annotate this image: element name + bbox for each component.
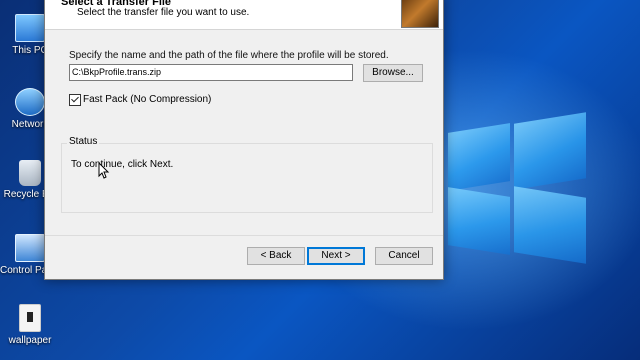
file-icon: [19, 304, 41, 332]
windows-logo: [448, 112, 638, 264]
status-legend: Status: [67, 136, 100, 147]
recycle-bin-icon: [19, 160, 41, 186]
next-button[interactable]: Next >: [307, 247, 365, 265]
back-button[interactable]: < Back: [247, 247, 305, 265]
wizard-header-subtitle: Select the transfer file you want to use…: [77, 7, 250, 18]
desktop-icon-wallpaper[interactable]: wallpaper: [0, 304, 60, 346]
file-path-input[interactable]: C:\BkpProfile.trans.zip: [69, 64, 353, 81]
footer-divider: [45, 235, 443, 236]
cancel-button[interactable]: Cancel: [375, 247, 433, 265]
fast-pack-checkbox[interactable]: [69, 94, 81, 106]
fast-pack-label: Fast Pack (No Compression): [83, 94, 212, 105]
transfer-wizard-dialog: Select a Transfer File Select the transf…: [44, 0, 444, 280]
mouse-cursor-icon: [98, 162, 110, 179]
wizard-header-image: [401, 0, 439, 28]
status-text: To continue, click Next.: [71, 159, 174, 170]
computer-icon: [15, 14, 45, 42]
instruction-text: Specify the name and the path of the fil…: [69, 50, 389, 61]
wizard-header: Select a Transfer File Select the transf…: [45, 0, 443, 30]
status-group-box: [61, 143, 433, 213]
control-panel-icon: [15, 234, 45, 262]
browse-button[interactable]: Browse...: [363, 64, 423, 82]
network-icon: [15, 88, 45, 116]
